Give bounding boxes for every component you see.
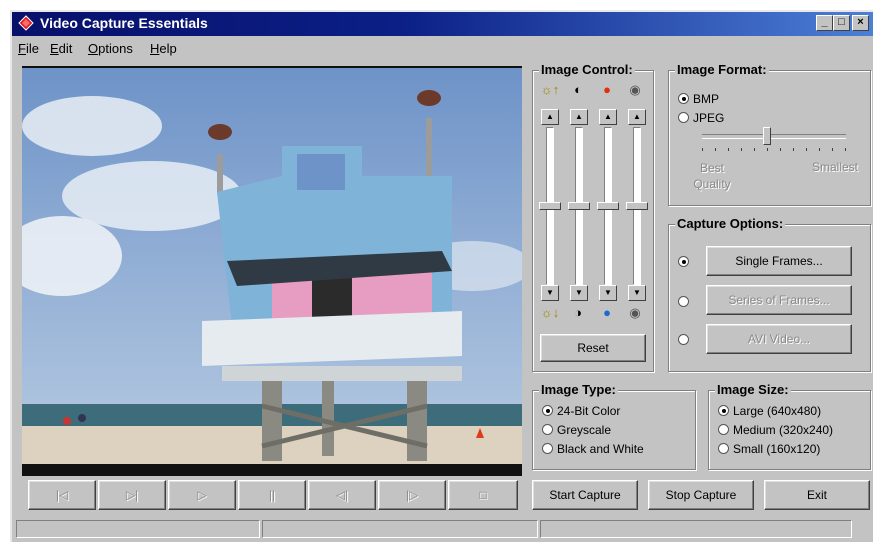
quality-smallest-label: Smallest <box>812 160 859 174</box>
radio-dot <box>718 424 729 435</box>
type-greyscale-radio[interactable]: Greyscale <box>542 423 611 437</box>
video-preview <box>22 66 522 476</box>
status-pane-2 <box>262 520 538 538</box>
format-bmp-radio[interactable]: BMP <box>678 92 719 106</box>
stop-button[interactable]: □ <box>448 480 518 510</box>
series-of-frames-button[interactable]: Series of Frames... <box>706 285 852 315</box>
single-frames-button[interactable]: Single Frames... <box>706 246 852 276</box>
color-down-icon: ● <box>603 305 611 320</box>
image-format-title: Image Format: <box>675 62 769 77</box>
quality-slider[interactable] <box>702 134 846 139</box>
brightness-down-button[interactable]: ▼ <box>541 285 559 301</box>
contrast-down-button[interactable]: ▼ <box>570 285 588 301</box>
title-bar[interactable]: Video Capture Essentials _ □ × <box>12 12 873 36</box>
contrast-up-button[interactable]: ▲ <box>570 109 588 125</box>
contrast-slider-thumb[interactable] <box>568 202 590 210</box>
radio-dot <box>678 256 689 267</box>
app-window: Video Capture Essentials _ □ × File Edit… <box>10 10 873 542</box>
format-jpeg-radio[interactable]: JPEG <box>678 111 724 125</box>
quality-ticks <box>702 148 846 151</box>
image-size-title: Image Size: <box>715 382 791 397</box>
type-bw-radio[interactable]: Black and White <box>542 442 644 456</box>
window-title: Video Capture Essentials <box>40 15 208 31</box>
saturation-up-icon: ◉ <box>629 82 641 97</box>
image-control-title: Image Control: <box>539 62 635 77</box>
radio-dot <box>718 405 729 416</box>
quality-slider-thumb[interactable] <box>763 127 772 145</box>
menu-options[interactable]: Options <box>88 41 133 56</box>
size-large-radio[interactable]: Large (640x480) <box>718 404 821 418</box>
preview-image <box>22 68 522 464</box>
radio-dot <box>718 443 729 454</box>
brightness-slider-thumb[interactable] <box>539 202 561 210</box>
step-back-icon: ◁| <box>335 488 349 502</box>
app-logo-icon <box>18 15 34 31</box>
menu-bar: File Edit Options Help <box>12 38 873 58</box>
quality-best-label: Best Quality <box>693 161 731 191</box>
first-frame-button[interactable]: |◁ <box>28 480 96 510</box>
reset-button[interactable]: Reset <box>540 334 646 362</box>
size-small-radio[interactable]: Small (160x120) <box>718 442 820 456</box>
first-frame-icon: |◁ <box>55 488 69 502</box>
radio-dot <box>678 334 689 345</box>
saturation-slider-thumb[interactable] <box>626 202 648 210</box>
menu-edit[interactable]: Edit <box>50 41 72 56</box>
contrast-up-icon: ◐ <box>574 82 582 97</box>
brightness-up-button[interactable]: ▲ <box>541 109 559 125</box>
play-icon: ▷ <box>197 488 207 502</box>
step-forward-button[interactable]: |▷ <box>378 480 446 510</box>
maximize-button[interactable]: □ <box>833 15 850 31</box>
next-button[interactable]: ▷| <box>98 480 166 510</box>
step-forward-icon: |▷ <box>405 488 419 502</box>
color-up-icon: ● <box>603 82 611 97</box>
brightness-down-icon: ☼↓ <box>540 305 560 320</box>
capture-avi-radio[interactable] <box>678 333 693 347</box>
capture-options-title: Capture Options: <box>675 216 786 231</box>
menu-help[interactable]: Help <box>150 41 177 56</box>
next-icon: ▷| <box>125 488 139 502</box>
saturation-up-button[interactable]: ▲ <box>628 109 646 125</box>
radio-dot <box>678 296 689 307</box>
color-up-button[interactable]: ▲ <box>599 109 617 125</box>
size-medium-radio[interactable]: Medium (320x240) <box>718 423 833 437</box>
radio-dot <box>678 112 689 123</box>
step-back-button[interactable]: ◁| <box>308 480 376 510</box>
avi-video-button[interactable]: AVI Video... <box>706 324 852 354</box>
status-pane-1 <box>16 520 260 538</box>
radio-dot <box>678 93 689 104</box>
play-button[interactable]: ▷ <box>168 480 236 510</box>
menu-file[interactable]: File <box>18 41 39 56</box>
stop-icon: □ <box>479 488 487 502</box>
contrast-down-icon: ◑ <box>574 305 582 320</box>
capture-series-radio[interactable] <box>678 295 693 309</box>
pause-button[interactable]: || <box>238 480 306 510</box>
saturation-down-button[interactable]: ▼ <box>628 285 646 301</box>
saturation-down-icon: ◉ <box>629 305 641 320</box>
capture-single-radio[interactable] <box>678 255 693 269</box>
minimize-button[interactable]: _ <box>816 15 833 31</box>
radio-dot <box>542 405 553 416</box>
color-down-button[interactable]: ▼ <box>599 285 617 301</box>
pause-icon: || <box>268 488 276 502</box>
radio-dot <box>542 424 553 435</box>
start-capture-button[interactable]: Start Capture <box>532 480 638 510</box>
color-slider-thumb[interactable] <box>597 202 619 210</box>
radio-dot <box>542 443 553 454</box>
brightness-up-icon: ☼↑ <box>540 82 560 97</box>
stop-capture-button[interactable]: Stop Capture <box>648 480 754 510</box>
close-button[interactable]: × <box>852 15 869 31</box>
type-24bit-radio[interactable]: 24-Bit Color <box>542 404 620 418</box>
image-type-title: Image Type: <box>539 382 618 397</box>
status-pane-3 <box>540 520 852 538</box>
exit-button[interactable]: Exit <box>764 480 870 510</box>
